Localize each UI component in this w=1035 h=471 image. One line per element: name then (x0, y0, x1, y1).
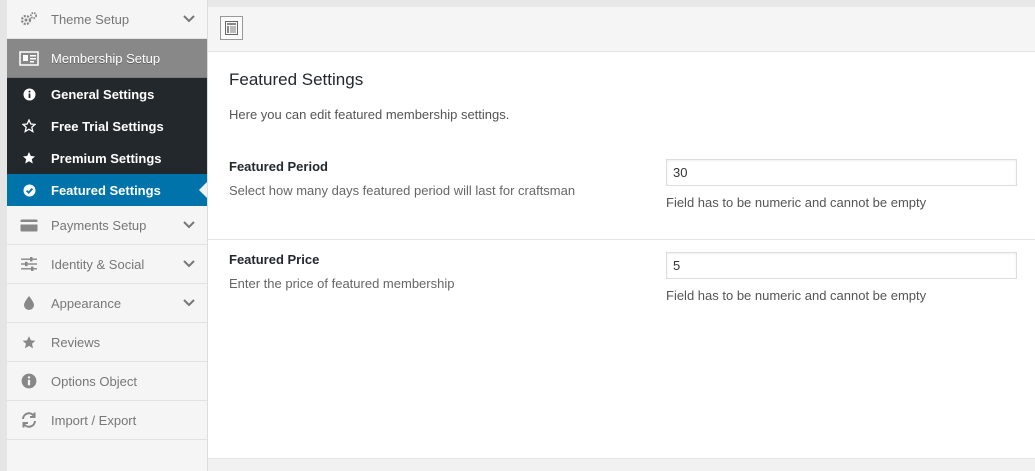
droplet-icon (7, 296, 51, 310)
sidebar-item-theme-setup[interactable]: Theme Setup (7, 0, 207, 39)
chevron-down-icon (171, 15, 207, 23)
bottom-bar (208, 458, 1035, 471)
sidebar-item-label: Payments Setup (51, 217, 147, 233)
chevron-down-icon (171, 299, 207, 307)
sidebar: Theme Setup Membership Setup General Set… (7, 0, 208, 471)
section-title: Featured Settings (229, 70, 364, 89)
sliders-icon (7, 257, 51, 271)
field-row-featured-price: Featured Price Enter the price of featur… (208, 240, 1035, 333)
featured-period-input[interactable] (666, 159, 1017, 186)
gears-icon (7, 11, 51, 27)
sidebar-item-label: Membership Setup (51, 50, 161, 66)
settings-content: Featured Settings Here you can edit feat… (208, 52, 1035, 458)
membership-submenu: General Settings Free Trial Settings Pre… (7, 78, 207, 206)
sidebar-item-membership-setup[interactable]: Membership Setup (7, 39, 207, 78)
sidebar-subitem-premium-settings[interactable]: Premium Settings (7, 142, 207, 174)
id-card-icon (7, 50, 51, 66)
sidebar-item-label: Theme Setup (51, 11, 130, 27)
sidebar-item-label: Import / Export (51, 412, 137, 428)
sidebar-item-import-export[interactable]: Import / Export (7, 401, 207, 440)
info-icon (7, 88, 51, 101)
layout-toggle-button[interactable] (220, 16, 243, 40)
sidebar-item-label: Options Object (51, 373, 137, 389)
field-title: Featured Price (229, 252, 320, 267)
sidebar-item-payments-setup[interactable]: Payments Setup (7, 206, 207, 245)
sidebar-item-label: Reviews (51, 334, 101, 350)
field-row-featured-period: Featured Period Select how many days fea… (208, 147, 1035, 240)
chevron-down-icon (171, 260, 207, 268)
star-icon (7, 335, 51, 350)
sidebar-subitem-general-settings[interactable]: General Settings (7, 78, 207, 110)
sidebar-subitem-label: Free Trial Settings (51, 118, 164, 134)
section-description: Here you can edit featured membership se… (229, 107, 510, 122)
chevron-down-icon (171, 221, 207, 229)
field-description: Select how many days featured period wil… (229, 183, 576, 198)
sidebar-subitem-label: General Settings (51, 86, 155, 102)
credit-card-icon (7, 219, 51, 232)
sidebar-item-options-object[interactable]: Options Object (7, 362, 207, 401)
info-icon (7, 373, 51, 389)
sidebar-subitem-label: Premium Settings (51, 150, 162, 166)
field-title: Featured Period (229, 159, 328, 174)
layout-icon (225, 21, 238, 35)
field-hint: Field has to be numeric and cannot be em… (666, 195, 927, 210)
sidebar-item-reviews[interactable]: Reviews (7, 323, 207, 362)
sidebar-subitem-label: Featured Settings (51, 182, 161, 198)
sidebar-item-appearance[interactable]: Appearance (7, 284, 207, 323)
star-outline-icon (7, 119, 51, 133)
sidebar-item-label: Appearance (51, 295, 122, 311)
field-hint: Field has to be numeric and cannot be em… (666, 288, 927, 303)
sidebar-subitem-featured-settings[interactable]: Featured Settings (7, 174, 207, 206)
field-description: Enter the price of featured membership (229, 276, 455, 291)
sidebar-item-identity-social[interactable]: Identity & Social (7, 245, 207, 284)
main-panel: Featured Settings Here you can edit feat… (208, 0, 1035, 471)
check-circle-icon (7, 184, 51, 197)
sidebar-item-label: Identity & Social (51, 256, 145, 272)
featured-price-input[interactable] (666, 252, 1017, 279)
sidebar-subitem-free-trial-settings[interactable]: Free Trial Settings (7, 110, 207, 142)
refresh-icon (7, 411, 51, 429)
top-toolbar (208, 0, 1035, 52)
left-edge-strip (0, 0, 7, 471)
star-icon (7, 151, 51, 165)
